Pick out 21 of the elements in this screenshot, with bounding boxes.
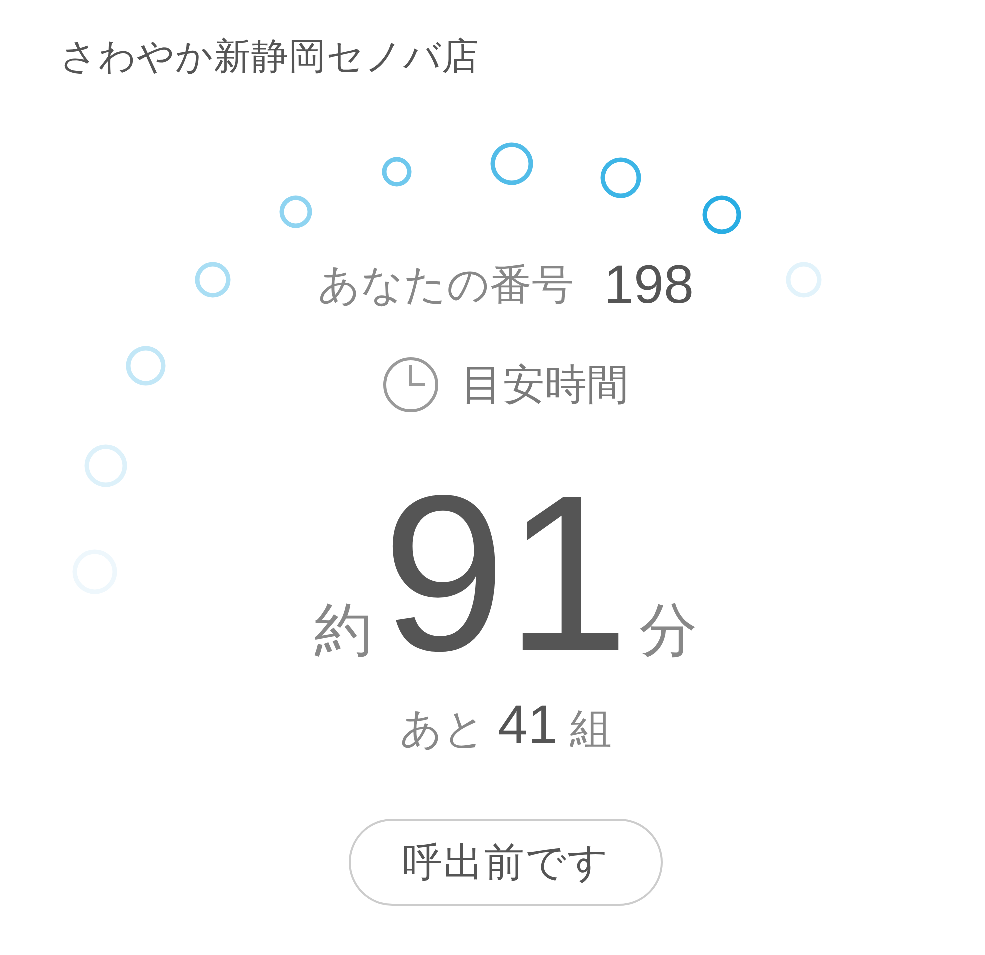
ring-icon xyxy=(702,196,742,234)
ring-icon xyxy=(84,444,128,488)
ring-icon xyxy=(195,262,231,298)
approx-prefix: 約 xyxy=(314,601,373,661)
status-button[interactable]: 呼出前です xyxy=(349,819,663,906)
estimate-label: 目安時間 xyxy=(461,360,629,410)
store-name: さわやか新静岡セノバ店 xyxy=(59,35,480,79)
ring-icon xyxy=(786,262,822,298)
ring-icon xyxy=(126,346,166,386)
queue-count: 41 xyxy=(498,695,558,755)
ticket-number: 198 xyxy=(604,255,694,315)
queue-prefix: あと xyxy=(400,704,486,754)
ring-icon xyxy=(382,157,412,187)
clock-icon xyxy=(383,357,439,413)
ring-icon xyxy=(280,196,312,228)
ring-icon xyxy=(490,142,534,186)
ticket-number-label: あなたの番号 xyxy=(318,260,574,310)
wait-minutes: 91 xyxy=(382,463,630,685)
queue-unit: 組 xyxy=(570,704,612,754)
minutes-unit: 分 xyxy=(639,601,698,661)
ring-icon xyxy=(600,158,642,198)
